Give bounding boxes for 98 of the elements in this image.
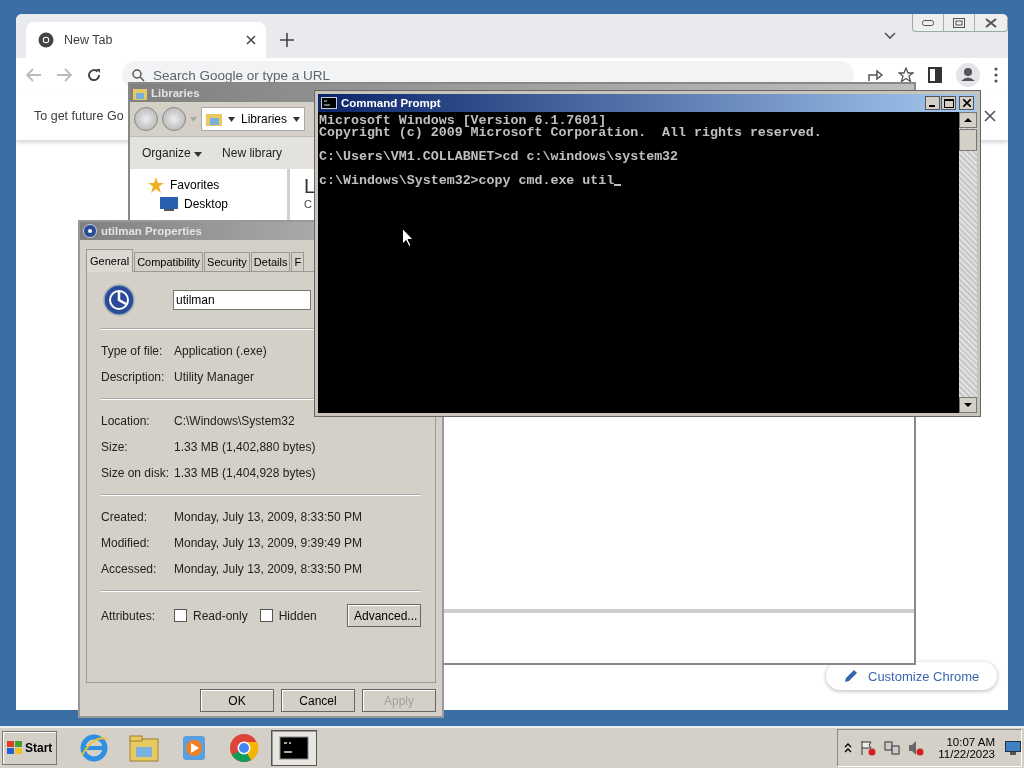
globe-e-icon <box>79 733 110 763</box>
minimize-icon[interactable] <box>922 19 934 26</box>
folder-icon <box>128 733 161 763</box>
dialog-tab[interactable]: F <box>291 252 305 271</box>
dialog-tab[interactable]: General <box>86 249 134 272</box>
app-icon <box>83 224 97 238</box>
advanced-button[interactable]: Advanced... <box>347 604 421 627</box>
field-label: Created: <box>101 510 149 524</box>
pencil-icon <box>844 669 858 683</box>
caret-icon <box>293 116 301 122</box>
field-value: C:\Windows\System32 <box>174 414 296 428</box>
plus-icon[interactable] <box>280 33 294 47</box>
maximize-button[interactable] <box>941 96 956 110</box>
console-line: Copyright (c) 2009 Microsoft Corporation. All rights reserved. <box>319 127 822 139</box>
console-line: Microsoft Windows [Version 6.1.7601] <box>319 115 607 127</box>
dialog-button[interactable]: Cancel <box>281 689 355 712</box>
field-label: Description: <box>101 370 166 384</box>
star-icon[interactable] <box>898 67 914 83</box>
mouse-pointer-icon <box>402 228 414 247</box>
flag-icon[interactable] <box>860 740 877 756</box>
show-desktop-icon[interactable] <box>1005 741 1021 755</box>
window-title: utilman Properties <box>101 225 202 237</box>
close-icon <box>962 99 971 107</box>
scroll-thumb[interactable] <box>959 129 977 151</box>
browser-tab[interactable]: New Tab <box>26 22 266 58</box>
field-label: Size: <box>101 440 129 454</box>
toolbar-menu[interactable]: New library <box>222 146 283 160</box>
chevron-up-icon[interactable] <box>844 743 853 753</box>
monitor-icon <box>160 197 178 211</box>
dialog-tab[interactable]: Details <box>250 252 291 271</box>
caret-icon <box>194 152 203 157</box>
share-icon[interactable] <box>868 68 884 82</box>
field-value: Application (.exe) <box>174 344 268 358</box>
console-line: c:\Windows\System32>copy cmd.exe util <box>319 175 615 187</box>
checkbox-label: Hidden <box>278 608 317 623</box>
maximize-icon <box>943 98 954 108</box>
star-icon <box>148 177 164 193</box>
folder-icon <box>206 112 222 126</box>
close-icon[interactable] <box>985 17 997 28</box>
up-arrow-icon <box>964 118 972 122</box>
search-icon <box>132 68 145 82</box>
folder-icon <box>133 86 147 100</box>
scroll-up-button[interactable] <box>959 112 977 128</box>
window-title: Libraries <box>151 87 200 99</box>
minimize-button[interactable] <box>925 96 940 110</box>
menu-icon[interactable] <box>994 67 998 83</box>
play-icon <box>181 734 208 762</box>
speaker-muted-icon[interactable] <box>908 740 925 756</box>
toolbar-menu[interactable]: Organize <box>142 146 203 160</box>
field-value: Monday, July 13, 2009, 9:39:49 PM <box>174 536 363 550</box>
scroll-down-button[interactable] <box>959 397 977 413</box>
address-bar[interactable]: Libraries <box>201 107 306 131</box>
field-label: Accessed: <box>101 562 158 576</box>
chevron-down-icon[interactable] <box>884 32 896 40</box>
field-value: Utility Manager <box>174 370 256 384</box>
dialog-tab[interactable]: Compatibility <box>134 252 204 271</box>
checkbox-label: Read-only <box>193 608 248 623</box>
field-label: Attributes: <box>101 608 157 623</box>
restore-icon[interactable] <box>953 17 965 28</box>
field-label: Size on disk: <box>101 466 171 480</box>
field-value: 1.33 MB (1,404,928 bytes) <box>174 466 317 480</box>
library-heading: L <box>304 175 316 198</box>
forward-button[interactable] <box>162 107 186 131</box>
window-title: Command Prompt <box>341 97 441 109</box>
dialog-button[interactable]: OK <box>200 689 274 712</box>
library-subtitle: C <box>304 198 312 210</box>
nav-item[interactable]: Desktop <box>160 197 287 211</box>
file-name-field[interactable]: utilman <box>173 290 311 310</box>
console-icon <box>321 97 337 109</box>
reload-icon[interactable] <box>86 67 102 83</box>
field-label: Modified: <box>101 536 151 550</box>
profile-icon[interactable] <box>956 63 980 87</box>
field-label: Type of file: <box>101 344 164 358</box>
customize-chrome-button[interactable]: Customize Chrome <box>826 662 998 690</box>
close-button[interactable] <box>959 96 974 110</box>
clock-date[interactable]: 11/22/2023 <box>938 748 995 760</box>
close-icon[interactable] <box>246 35 256 45</box>
side-panel-icon[interactable] <box>928 67 942 83</box>
caret-icon <box>228 116 235 122</box>
checkbox[interactable] <box>259 609 273 622</box>
close-icon[interactable] <box>984 110 996 122</box>
network-icon[interactable] <box>884 740 901 756</box>
taskbar-app[interactable] <box>271 730 318 766</box>
field-value: Monday, July 13, 2009, 8:33:50 PM <box>174 562 363 576</box>
nav-item[interactable]: Favorites <box>148 177 287 193</box>
checkbox[interactable] <box>174 609 187 622</box>
windows-logo-icon <box>7 741 23 755</box>
info-message: To get future Go <box>34 109 124 123</box>
clock-time[interactable]: 10:07 AM <box>946 736 995 748</box>
field-value: Monday, July 13, 2009, 8:33:50 PM <box>174 510 363 524</box>
console-line: C:\Users\VM1.COLLABNET>cd c:\windows\system32 <box>319 151 679 163</box>
field-label: Location: <box>101 414 151 428</box>
console-icon <box>279 736 310 760</box>
start-button[interactable]: Start <box>2 731 58 765</box>
field-value: 1.33 MB (1,402,880 bytes) <box>174 440 317 454</box>
back-button[interactable] <box>134 107 158 131</box>
dialog-tab[interactable]: Security <box>204 252 250 271</box>
down-arrow-icon <box>964 403 972 407</box>
